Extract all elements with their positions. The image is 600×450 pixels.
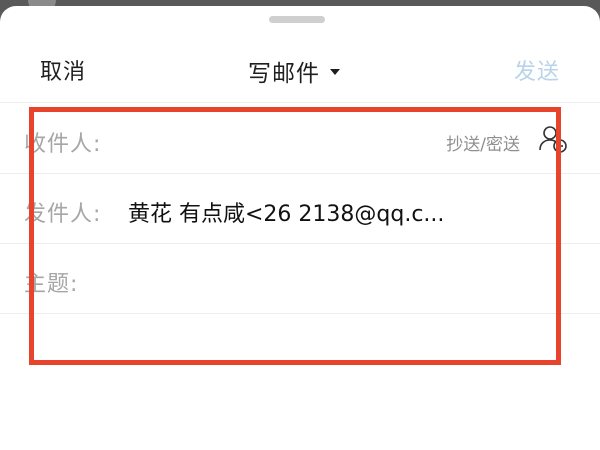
row-divider [0,313,600,314]
sender-label: 发件人: [24,202,102,227]
body-area[interactable] [0,416,600,450]
cancel-button[interactable]: 取消 [40,54,86,86]
compose-sheet: 取消 写邮件 发送 收件人: 抄送/密送 发件人: 黄花⁠ 有点咸<26 213… [0,6,600,450]
recipient-label: 收件人: [24,132,102,157]
header-divider [0,102,600,103]
add-contact-icon[interactable] [538,124,568,154]
compose-title-dropdown[interactable]: 写邮件 [248,54,340,88]
cc-bcc-link[interactable]: 抄送/密送 [446,130,520,155]
send-button[interactable]: 发送 [514,54,560,86]
compose-header: 取消 写邮件 发送 [0,34,600,104]
subject-label: 主题: [24,272,79,297]
page-title: 写邮件 [248,61,320,87]
caret-down-icon [330,69,340,75]
sender-value[interactable]: 黄花⁠ 有点咸<26 2138@qq.c... [128,196,444,228]
recipient-row[interactable]: 收件人: 抄送/密送 [0,104,600,174]
subject-row[interactable]: 主题: [0,244,600,314]
sender-row[interactable]: 发件人: 黄花⁠ 有点咸<26 2138@qq.c... [0,174,600,244]
drag-handle[interactable] [269,16,325,23]
